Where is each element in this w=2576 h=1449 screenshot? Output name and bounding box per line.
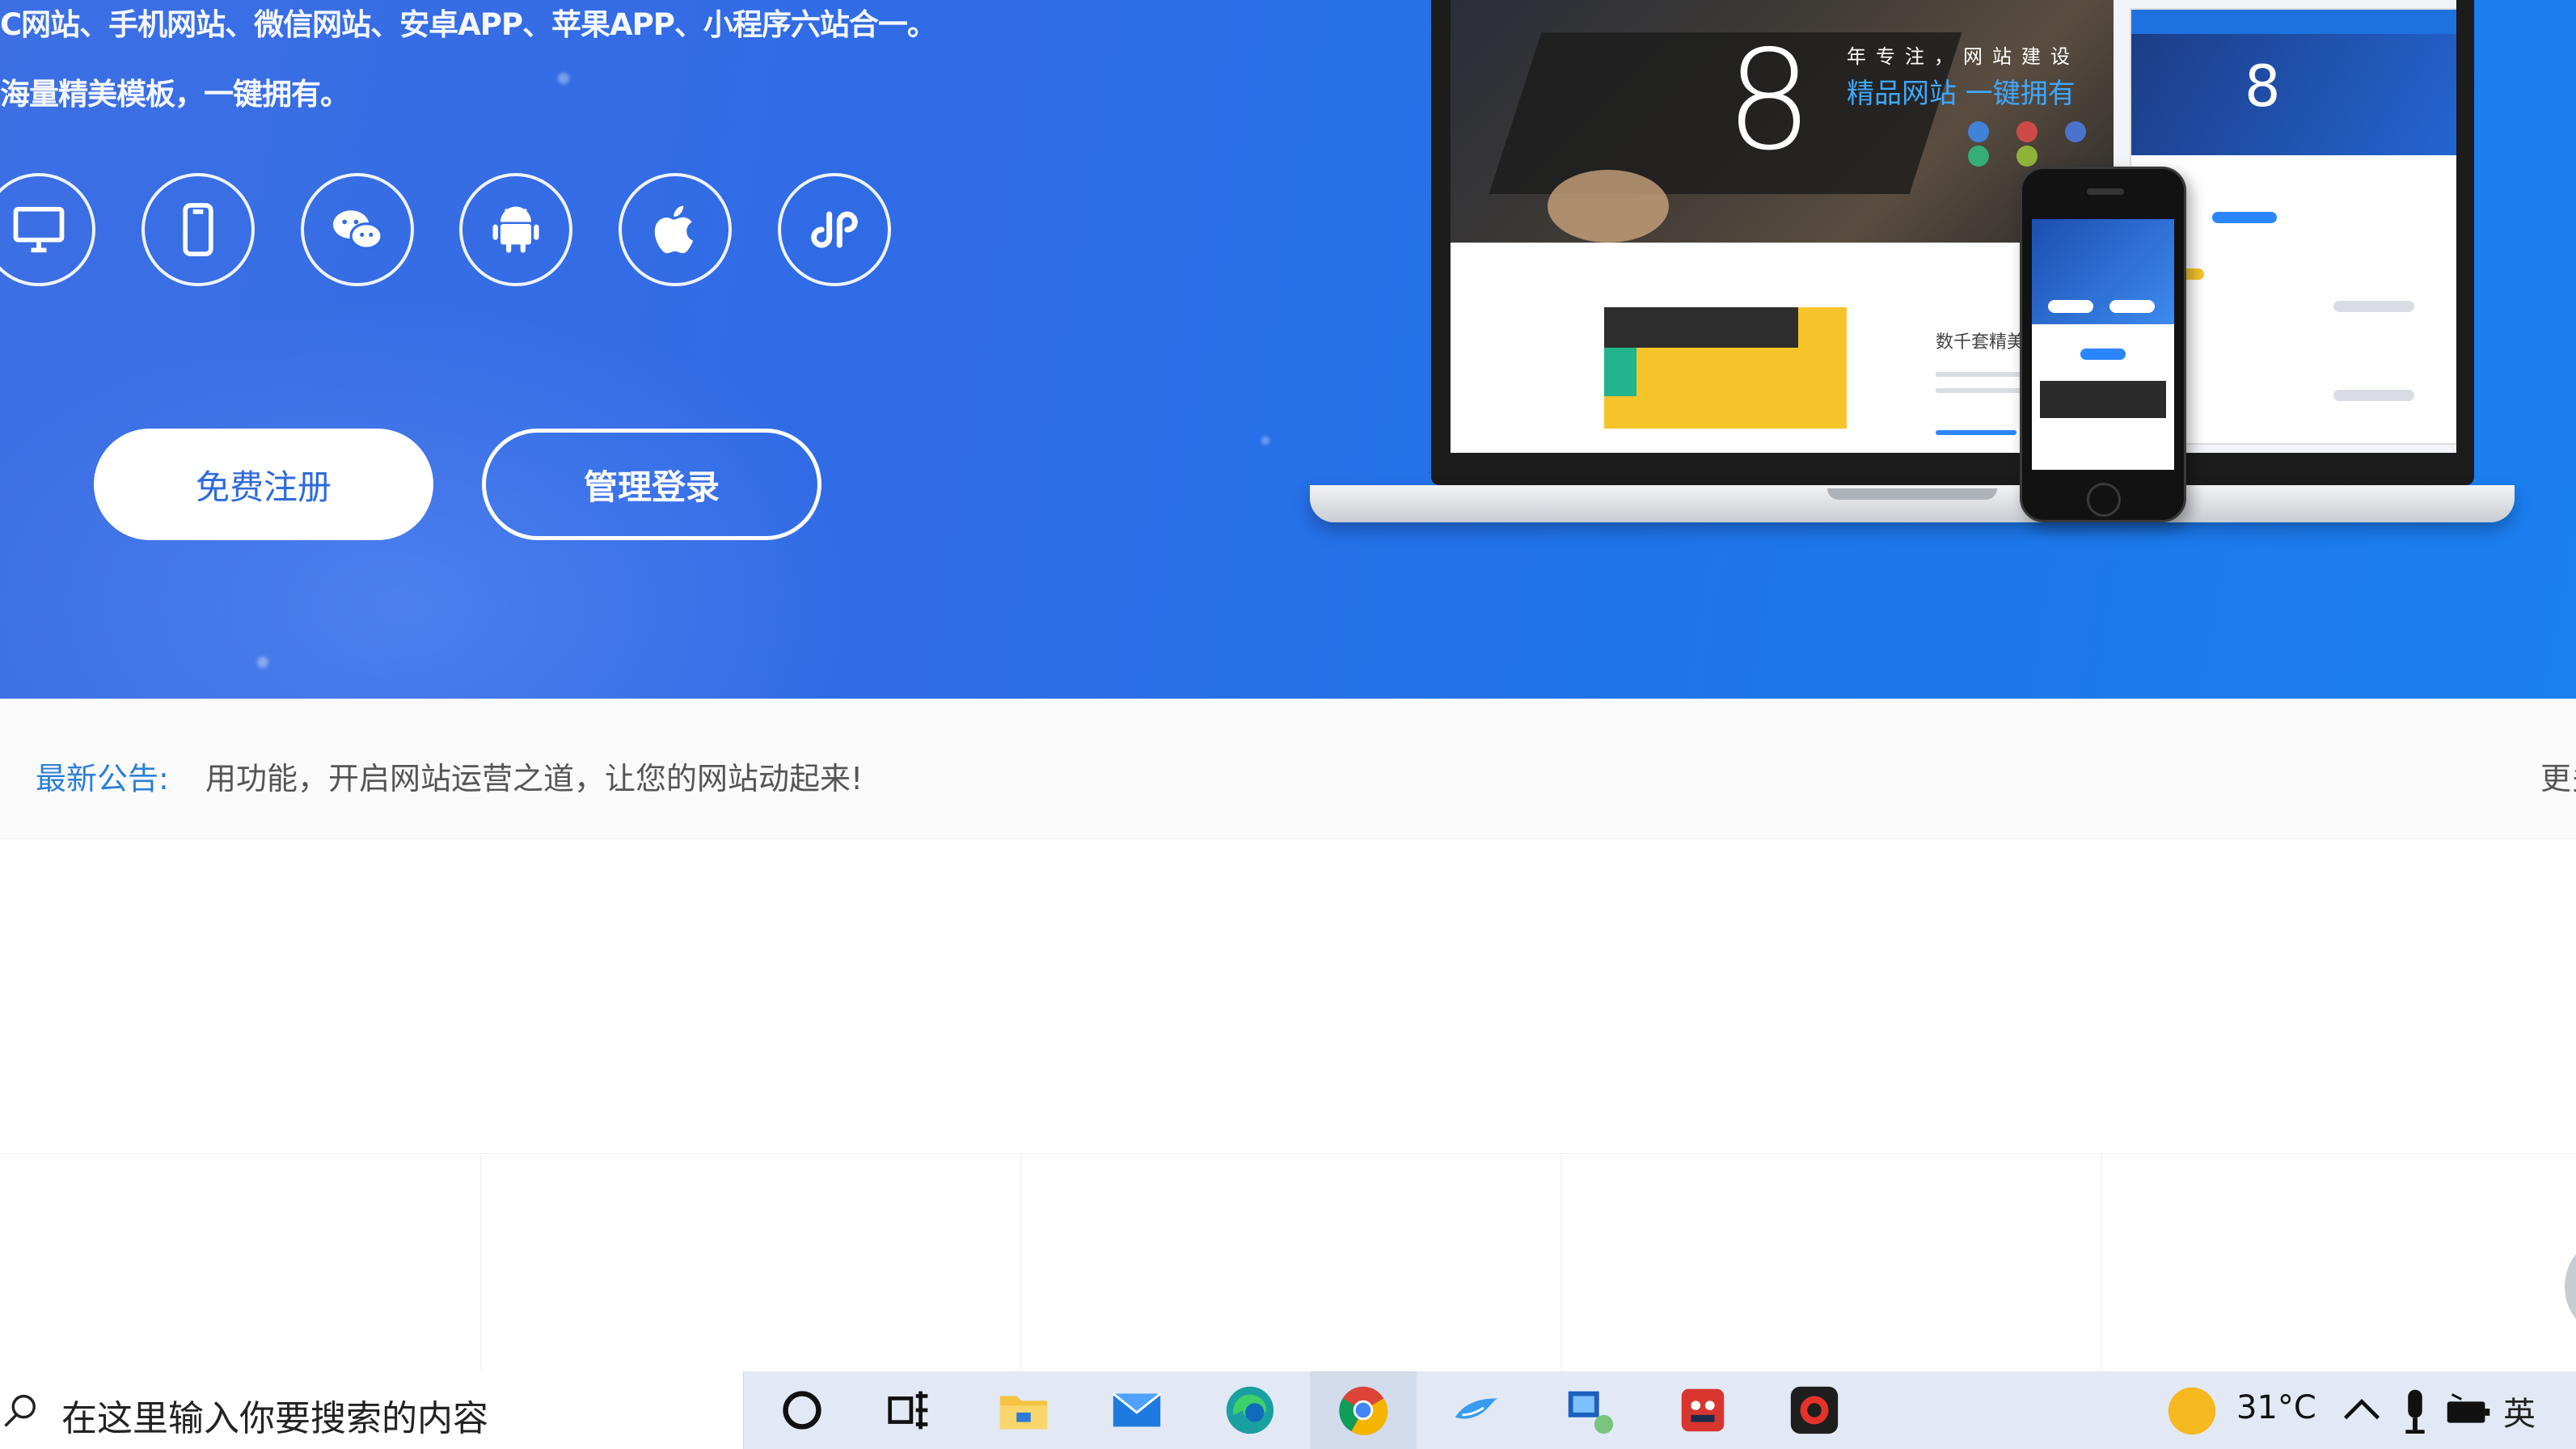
tablet-navbar — [2131, 10, 2456, 34]
cortana-icon[interactable] — [773, 1381, 831, 1439]
phone-button — [2109, 300, 2155, 313]
windows-taskbar: 在这里输入你要搜索的内容 31°C 英 — [0, 1371, 2576, 1449]
ime-indicator[interactable]: 英 — [2503, 1388, 2536, 1434]
apple-icon[interactable] — [619, 173, 732, 286]
column-divider — [1020, 1154, 1022, 1372]
mini-program-icon[interactable] — [778, 173, 891, 286]
file-explorer-icon[interactable] — [995, 1381, 1053, 1439]
phone-chip — [2080, 349, 2126, 360]
battery-icon[interactable] — [2440, 1383, 2497, 1439]
search-input[interactable]: 在这里输入你要搜索的内容 — [61, 1389, 488, 1441]
microphone-icon[interactable] — [2387, 1383, 2443, 1439]
phone-button — [2048, 300, 2093, 313]
device-mockup-image: 8 年专注，网站建设 精品网站 一键拥有 数千套精美 8 — [1310, 0, 2515, 534]
admin-login-button[interactable]: 管理登录 — [482, 429, 821, 540]
bird-app-icon[interactable] — [1447, 1381, 1505, 1439]
mockup-card-accent — [1604, 348, 1636, 396]
taskbar-search-box[interactable]: 在这里输入你要搜索的内容 — [0, 1371, 744, 1449]
recorder-icon[interactable] — [1785, 1381, 1843, 1439]
laptop-screen: 8 年专注，网站建设 精品网站 一键拥有 数千套精美 8 — [1431, 0, 2474, 485]
notice-more-link[interactable]: 更多 — [2540, 754, 2576, 798]
laptop-display: 8 年专注，网站建设 精品网站 一键拥有 数千套精美 8 — [1451, 0, 2456, 453]
cup-graphic — [1548, 170, 1669, 243]
phone-icon[interactable] — [141, 173, 255, 286]
notice-text[interactable]: 用功能，开启网站运营之道，让您的网站动起来! — [205, 754, 863, 798]
weather-sun-icon[interactable] — [2164, 1383, 2220, 1439]
mockup-card-header — [1604, 307, 1798, 348]
task-view-icon[interactable] — [880, 1381, 938, 1439]
mockup-mini-icons — [1968, 121, 2114, 170]
column-divider — [2101, 1154, 2102, 1372]
temperature-label[interactable]: 31°C — [2236, 1389, 2316, 1426]
search-icon — [4, 1394, 36, 1427]
tablet-number: 8 — [2244, 53, 2281, 120]
tablet-chip — [2212, 212, 2277, 223]
mail-icon[interactable] — [1108, 1381, 1166, 1439]
mockup-slogan-bottom: 精品网站 一键拥有 — [1847, 78, 2076, 110]
chrome-icon[interactable] — [1310, 1371, 1417, 1449]
browser-page: C网站、手机网站、微信网站、安卓APP、苹果APP、小程序六站合一。 海量精美模… — [0, 0, 2576, 1449]
hero-subtagline: 海量精美模板，一键拥有。 — [0, 77, 350, 112]
mockup-slogan-top: 年专注，网站建设 — [1847, 45, 2080, 68]
edge-icon[interactable] — [1221, 1381, 1279, 1439]
mockup-photo: 8 年专注，网站建设 精品网站 一键拥有 — [1451, 0, 2114, 243]
mockup-side-text: 数千套精美 — [1936, 332, 2025, 353]
decor-dot — [558, 73, 569, 84]
mockup-big-number: 8 — [1725, 21, 1814, 181]
phone-bar — [2040, 381, 2166, 418]
phone-speaker — [2087, 188, 2124, 195]
red-app-icon[interactable] — [1674, 1381, 1732, 1439]
feature-row — [0, 1153, 2576, 1372]
text-line — [1936, 430, 2016, 435]
tablet-chip — [2333, 390, 2414, 401]
wechat-icon[interactable] — [301, 173, 414, 286]
decor-dot — [1261, 437, 1269, 445]
mini-dot-icon — [2016, 146, 2038, 167]
mini-dot-icon — [2016, 121, 2038, 142]
hero-tagline: C网站、手机网站、微信网站、安卓APP、苹果APP、小程序六站合一。 — [0, 7, 937, 42]
mini-dot-icon — [2065, 121, 2086, 142]
decor-dot — [257, 657, 268, 668]
free-register-button[interactable]: 免费注册 — [94, 429, 433, 540]
mini-dot-icon — [1968, 146, 1989, 167]
mockup-phone — [2020, 167, 2186, 522]
phone-screen — [2032, 219, 2174, 470]
android-icon[interactable] — [459, 173, 572, 286]
phone-home-button — [2087, 483, 2121, 517]
mini-dot-icon — [1968, 121, 1989, 142]
mockup-lower-section: 数千套精美 — [1451, 243, 2114, 453]
laptop-notch — [1827, 488, 1997, 500]
column-divider — [480, 1154, 482, 1372]
remote-desktop-icon[interactable] — [1560, 1381, 1619, 1439]
tablet-chip — [2333, 301, 2414, 312]
column-divider — [1560, 1154, 1562, 1372]
hero-banner: C网站、手机网站、微信网站、安卓APP、苹果APP、小程序六站合一。 海量精美模… — [0, 0, 2576, 699]
tablet-hero — [2131, 34, 2456, 155]
chevron-up-icon[interactable] — [2333, 1383, 2390, 1439]
notice-label: 最新公告: — [36, 761, 169, 796]
